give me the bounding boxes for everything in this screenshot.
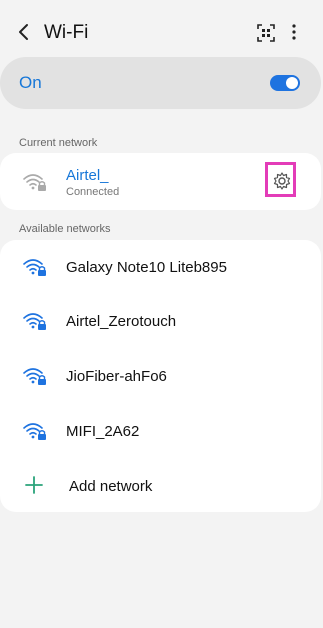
page-title: Wi-Fi — [44, 22, 89, 43]
redacted-text — [113, 168, 159, 184]
network-name: Galaxy Note10 Liteb895 — [66, 259, 227, 276]
current-network-heading: Current network — [19, 137, 98, 149]
wifi-locked-icon — [23, 423, 46, 440]
wifi-toggle-label: On — [19, 73, 42, 92]
app-header: Wi-Fi — [0, 0, 323, 62]
back-arrow-icon[interactable] — [12, 20, 36, 44]
current-network-name: Airtel_ — [66, 167, 109, 184]
wifi-toggle-switch[interactable] — [270, 75, 300, 91]
available-networks-heading: Available networks — [19, 223, 111, 235]
wifi-locked-icon — [23, 368, 46, 385]
add-network-label: Add network — [69, 478, 153, 495]
more-options-icon[interactable] — [286, 22, 302, 42]
toggle-knob — [286, 77, 298, 89]
connection-status: Connected — [66, 186, 120, 198]
network-name: Airtel_Zerotouch — [66, 313, 177, 330]
wifi-locked-icon — [23, 259, 46, 276]
qr-scan-icon[interactable] — [257, 24, 275, 42]
wifi-locked-icon — [23, 313, 46, 330]
network-name: JioFiber-ahFo6 — [66, 368, 167, 385]
gear-icon — [273, 172, 291, 190]
plus-icon — [25, 476, 43, 494]
network-name: MIFI_2A62 — [66, 423, 140, 440]
network-settings-button[interactable] — [265, 162, 296, 197]
wifi-locked-icon — [23, 174, 46, 191]
